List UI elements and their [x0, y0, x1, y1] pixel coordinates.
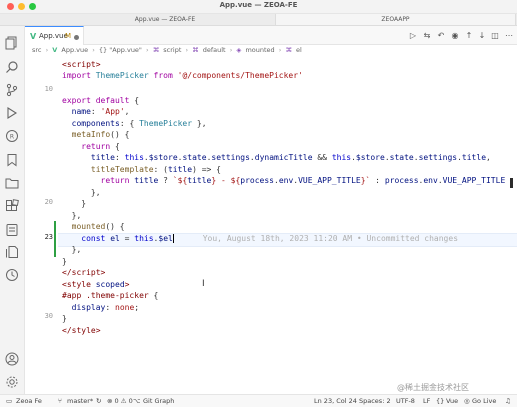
text-cursor [172, 234, 174, 243]
explorer-icon[interactable] [5, 36, 19, 50]
tablet-icon[interactable] [5, 223, 19, 237]
code-line: </script> [62, 268, 106, 277]
extensions-icon[interactable] [5, 199, 19, 213]
code-line: import ThemePicker from '@/components/Th… [62, 71, 303, 80]
title-bar: App.vue — ZEOA-FE [0, 0, 517, 14]
bookmarks-icon[interactable] [5, 153, 19, 167]
modified-badge: M [65, 32, 72, 40]
search-icon[interactable] [5, 60, 19, 74]
git-graph-icon[interactable]: ⌥ [133, 397, 141, 405]
editor-tab-filename: App.vue [39, 32, 68, 40]
vue-file-icon: V [30, 32, 37, 41]
code-line: metaInfo() { [71, 130, 130, 139]
timeline-icon[interactable] [5, 268, 19, 282]
git-change-marker[interactable] [54, 221, 56, 257]
code-line: } [62, 314, 67, 323]
broadcast-icon: ◎ [464, 397, 470, 405]
status-bar: ▭ Zeoa Fe ⑂ master* ↻ ⊗ 0 ⚠ 0 ⌥ Git Grap… [0, 394, 517, 407]
chevron-right-icon: › [146, 46, 149, 54]
code-line: name: 'App', [71, 107, 130, 116]
open-changes-icon[interactable]: ◉ [450, 31, 460, 40]
window-title: App.vue — ZEOA-FE [219, 1, 298, 9]
horizontal-overflow-scrollbar[interactable] [510, 178, 513, 188]
more-actions-icon[interactable]: ⋯ [504, 31, 514, 40]
breadcrumb-item[interactable]: App.vue [61, 46, 88, 54]
mouse-ibeam-cursor-icon: I [202, 279, 205, 289]
breadcrumb-item[interactable]: {} "App.vue" [99, 46, 142, 54]
code-line: display: none; [71, 303, 140, 312]
language-mode[interactable]: Vue [446, 397, 458, 405]
split-editor-icon[interactable]: ◫ [490, 31, 500, 40]
branch-name[interactable]: master* [67, 397, 93, 405]
line-ending[interactable]: LF [423, 397, 430, 405]
editor-tab-app-vue[interactable]: V App.vue M [25, 26, 84, 45]
previous-change-icon[interactable]: ↑ [464, 31, 474, 40]
line-number-current: 23 [44, 233, 53, 241]
remote-name[interactable]: Zeoa Fe [16, 397, 42, 405]
code-line-current: const el = this.$el You, August 18th, 20… [81, 234, 459, 243]
code-line: return title ? `${title} - ${process.env… [100, 176, 506, 185]
encoding[interactable]: UTF-8 [396, 397, 415, 405]
run-debug-icon[interactable] [5, 106, 19, 120]
line-number-gutter: 10 20 23 30 [25, 57, 53, 394]
code-text: <script> import ThemePicker from '@/comp… [62, 57, 517, 394]
svg-text:R: R [10, 134, 14, 141]
variable-icon: ⌘ [285, 46, 292, 54]
activity-bar: R [0, 26, 25, 394]
watermark: @稀土掘金技术社区 [397, 383, 469, 392]
line-number: 20 [44, 198, 53, 206]
line-number: 30 [44, 312, 53, 320]
git-blame-annotation: You, August 18th, 2023 11:20 AM • Uncomm… [202, 234, 459, 243]
window-tab-app-vue[interactable]: App.vue — ZEOA-FE [55, 14, 276, 25]
compare-changes-icon[interactable]: ⇆ [422, 31, 432, 40]
remote-icon[interactable]: ▭ [6, 397, 12, 405]
cursor-position[interactable]: Ln 23, Col 24 [314, 397, 357, 405]
line-number: 10 [44, 85, 53, 93]
symbol-icon: ⌘ [192, 46, 199, 54]
code-line: title: this.$store.state.settings.dynami… [90, 153, 491, 162]
method-icon: ◈ [236, 46, 242, 54]
breadcrumb-item[interactable]: default [203, 46, 226, 54]
chevron-right-icon: › [229, 46, 233, 54]
remote-explorer-icon[interactable]: R [5, 129, 19, 143]
settings-gear-icon[interactable] [5, 375, 19, 389]
code-editor[interactable]: 10 20 23 30 <script> import ThemePicker … [25, 57, 517, 394]
chevron-right-icon: › [92, 46, 95, 54]
chevron-right-icon: › [278, 46, 282, 54]
go-live-button[interactable]: Go Live [472, 397, 496, 405]
breadcrumb: src › V App.vue › {} "App.vue" › ⌘ scrip… [25, 45, 517, 56]
code-line: } [81, 199, 87, 208]
vue-file-icon: V [52, 46, 58, 54]
code-line: #app .theme-picker { [62, 291, 159, 300]
go-back-icon[interactable]: ↶ [436, 31, 446, 40]
next-change-icon[interactable]: ↓ [477, 31, 487, 40]
code-line: </style> [62, 326, 101, 335]
sync-icon[interactable]: ↻ [96, 397, 101, 405]
code-line: }, [71, 245, 82, 254]
editor-tab-bar: V App.vue M ▷ ⇆ ↶ ◉ ↑ ↓ ◫ ⋯ [25, 26, 517, 45]
run-icon[interactable]: ▷ [408, 31, 418, 40]
braces-icon: {} [436, 397, 445, 405]
notifications-bell-icon[interactable]: ♫ [505, 397, 511, 405]
folder-icon[interactable] [5, 176, 19, 190]
indentation[interactable]: Spaces: 2 [359, 397, 391, 405]
window-tab-zeoaapp[interactable]: ZEOAAPP [276, 14, 516, 25]
accounts-icon[interactable] [5, 352, 19, 366]
window-tab-row: App.vue — ZEOA-FE ZEOAAPP [0, 14, 517, 26]
source-control-icon[interactable] [5, 83, 19, 97]
git-graph-button[interactable]: Git Graph [143, 397, 174, 405]
chevron-right-icon: › [185, 46, 189, 54]
unsaved-dot-icon[interactable] [74, 35, 79, 40]
problems-count[interactable]: ⊗ 0 ⚠ 0 [107, 397, 133, 405]
breadcrumb-item[interactable]: mounted [245, 46, 274, 54]
breadcrumb-item[interactable]: script [163, 46, 181, 54]
breadcrumb-item[interactable]: src [32, 46, 42, 54]
breadcrumb-item[interactable]: el [296, 46, 302, 54]
chevron-right-icon: › [45, 46, 49, 54]
branch-icon[interactable]: ⑂ [58, 397, 62, 405]
code-line: mounted() { [71, 222, 125, 231]
testing-icon[interactable] [5, 245, 19, 259]
symbol-icon: ⌘ [152, 46, 160, 54]
